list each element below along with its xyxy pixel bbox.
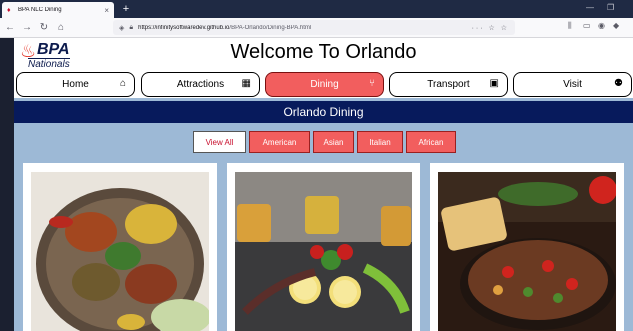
nav-home[interactable]: Home ⌂ [16,72,135,97]
bpa-logo[interactable]: ♨ BPA Nationals [20,41,100,71]
utensils-icon: ⑂ [369,78,375,89]
food-photo [438,172,616,331]
users-icon: ⚉ [614,78,623,89]
home-browser-icon[interactable]: ⌂ [54,21,68,35]
dining-card[interactable] [430,163,624,331]
nav-label: Attractions [176,79,225,90]
bus-icon: ▣ [489,78,499,89]
nav-label: Dining [310,79,339,90]
browser-toolbar: ← → ↻ ⌂ ◈ 🔒︎ https://infinitysoftwaredev… [0,18,633,38]
nav-label: Home [62,79,89,90]
extension-icon[interactable]: ◆ [613,21,619,30]
section-title: Orlando Dining [14,101,633,123]
forward-icon[interactable]: → [20,21,34,35]
filter-italian[interactable]: Italian [357,131,403,153]
nav-dining[interactable]: Dining ⑂ [265,72,384,97]
dining-card[interactable] [23,163,217,331]
page-actions[interactable]: ··· ☆ ☆ [472,24,509,32]
page-title: Welcome To Orlando [230,41,417,63]
library-icon[interactable]: ⫼ [568,21,572,31]
building-icon: ▦ [241,78,251,89]
tab-title: BPA NLC Dining [18,7,62,13]
account-icon[interactable]: ◉ [598,21,605,30]
nav-label: Transport [427,79,470,90]
page-viewport: Welcome To Orlando ♨ BPA Nationals Home … [14,38,633,331]
site-header: Welcome To Orlando ♨ BPA Nationals [14,38,633,72]
new-tab-button[interactable]: + [119,2,133,16]
food-photo [235,172,412,331]
dining-card[interactable] [227,163,420,331]
food-photo [31,172,209,331]
nav-attractions[interactable]: Attractions ▦ [141,72,260,97]
nav-transport[interactable]: Transport ▣ [389,72,508,97]
logo-text: BPA [37,41,70,58]
logo-subtext: Nationals [28,58,70,70]
reload-icon[interactable]: ↻ [37,21,51,35]
tab-close-icon[interactable]: × [104,6,109,15]
home-icon: ⌂ [119,78,126,89]
filter-view-all[interactable]: View All [193,131,246,153]
address-bar[interactable]: ◈ 🔒︎ https://infinitysoftwaredev.github.… [113,20,515,35]
browser-tabstrip: ♦ BPA NLC Dining × + — ❐ [0,0,633,18]
cuisine-filters: View All American Asian Italian African [14,131,633,153]
maximize-icon[interactable]: ❐ [607,3,614,12]
shield-icon: ◈ [119,24,125,32]
favicon-icon: ♦ [7,6,11,14]
filter-asian[interactable]: Asian [313,131,354,153]
filter-african[interactable]: African [406,131,456,153]
back-icon[interactable]: ← [3,21,17,35]
browser-tab[interactable]: ♦ BPA NLC Dining × [2,2,114,18]
sidebar-icon[interactable]: ▭ [583,21,591,30]
filter-american[interactable]: American [249,131,310,153]
minimize-icon[interactable]: — [586,3,594,12]
lock-icon: 🔒︎ [129,23,134,31]
url-text: https://infinitysoftwaredev.github.io/BP… [138,24,312,31]
main-nav: Home ⌂ Attractions ▦ Dining ⑂ Transport … [14,72,633,98]
nav-label: Visit [563,79,582,90]
nav-visit[interactable]: Visit ⚉ [513,72,632,97]
